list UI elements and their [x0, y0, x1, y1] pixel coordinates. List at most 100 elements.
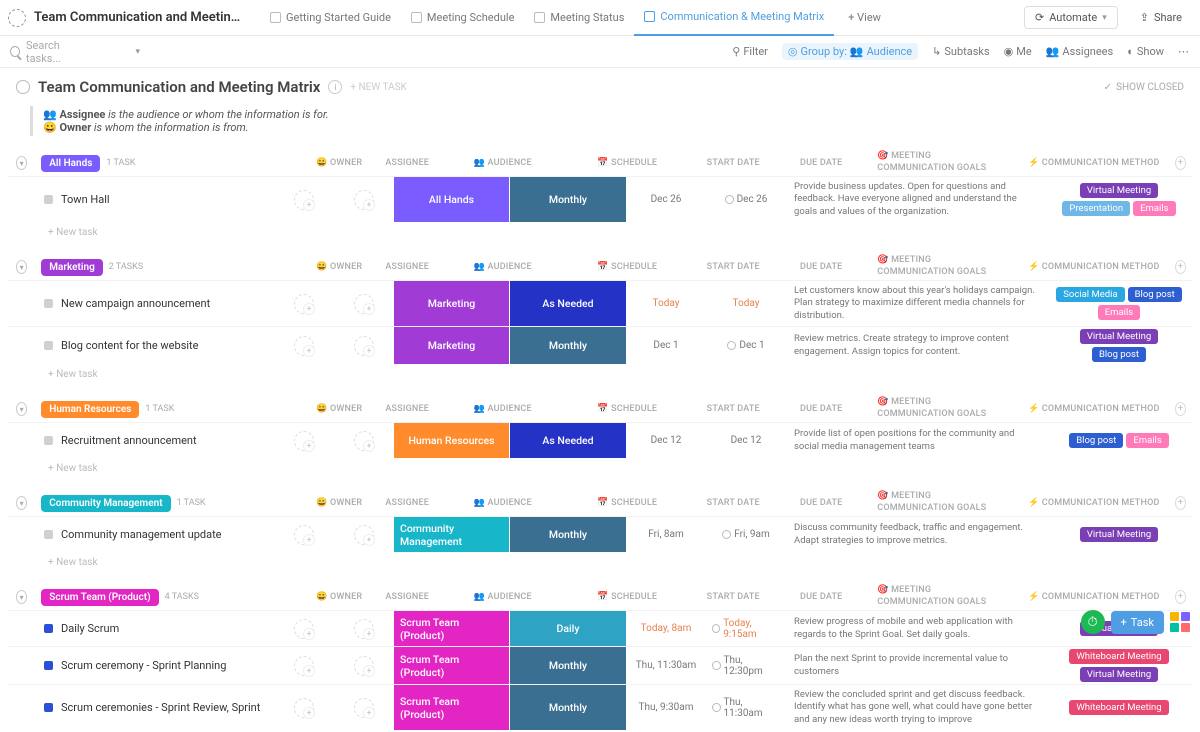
col-goals[interactable]: 🎯 MEETING COMMUNICATION GOALS [869, 487, 1013, 518]
method-pill[interactable]: Blog post [1092, 347, 1146, 362]
audience-cell[interactable]: All Hands [394, 177, 510, 222]
col-start[interactable]: START DATE [693, 156, 773, 170]
add-assignee-icon[interactable] [354, 698, 374, 718]
owner-cell[interactable] [274, 647, 334, 684]
method-pill[interactable]: Blog post [1069, 433, 1123, 448]
tab-meeting-schedule[interactable]: Meeting Schedule [401, 0, 524, 36]
add-owner-icon[interactable] [294, 190, 314, 210]
col-due[interactable]: DUE DATE [781, 590, 861, 604]
assignees-button[interactable]: 👥 Assignees [1046, 45, 1114, 58]
due-date-cell[interactable]: Today, 9:15am [706, 611, 786, 646]
audience-cell[interactable]: Scrum Team (Product) [394, 647, 510, 684]
assignee-cell[interactable] [334, 423, 394, 458]
col-audience[interactable]: 👥 AUDIENCE [445, 402, 561, 416]
task-row[interactable]: Town Hall All Hands Monthly Dec 26 Dec 2… [8, 176, 1192, 222]
col-due[interactable]: DUE DATE [781, 156, 861, 170]
tab-getting-started-guide[interactable]: Getting Started Guide [260, 0, 401, 36]
col-method[interactable]: ⚡ COMMUNICATION METHOD [1021, 590, 1167, 604]
add-column-button[interactable]: + [1175, 590, 1186, 604]
col-method[interactable]: ⚡ COMMUNICATION METHOD [1021, 402, 1167, 416]
new-task-row[interactable]: + New task [8, 552, 1192, 578]
col-goals[interactable]: 🎯 MEETING COMMUNICATION GOALS [869, 147, 1013, 178]
owner-cell[interactable] [274, 327, 334, 364]
col-due[interactable]: DUE DATE [781, 260, 861, 274]
col-schedule[interactable]: 📅 SCHEDULE [569, 402, 685, 416]
col-audience[interactable]: 👥 AUDIENCE [445, 590, 561, 604]
add-owner-icon[interactable] [294, 336, 314, 356]
add-column-button[interactable]: + [1175, 260, 1186, 274]
status-square-icon[interactable] [44, 299, 53, 308]
audience-cell[interactable]: Scrum Team (Product) [394, 611, 510, 646]
apps-icon[interactable] [1170, 612, 1190, 632]
method-pill[interactable]: Whiteboard Meeting [1069, 700, 1168, 715]
assignee-cell[interactable] [334, 327, 394, 364]
add-assignee-icon[interactable] [354, 656, 374, 676]
schedule-cell[interactable]: Monthly [510, 177, 626, 222]
group-badge[interactable]: Community Management [41, 495, 170, 512]
collapse-icon[interactable]: ▾ [16, 156, 27, 170]
add-owner-icon[interactable] [294, 431, 314, 451]
more-icon[interactable]: ⋯ [1178, 45, 1190, 58]
group-badge[interactable]: Marketing [41, 259, 103, 276]
add-owner-icon[interactable] [294, 656, 314, 676]
collapse-icon[interactable]: ▾ [16, 260, 27, 274]
add-view-button[interactable]: + View [838, 0, 891, 36]
new-task-row[interactable]: + New task [8, 222, 1192, 248]
method-pill[interactable]: Virtual Meeting [1080, 329, 1158, 344]
method-pill[interactable]: Emails [1098, 305, 1140, 320]
workspace-title[interactable]: Team Communication and Meeting Ma... [34, 10, 244, 25]
add-owner-icon[interactable] [294, 619, 314, 639]
method-pill[interactable]: Virtual Meeting [1080, 183, 1158, 198]
status-square-icon[interactable] [44, 195, 53, 204]
col-due[interactable]: DUE DATE [781, 402, 861, 416]
task-row[interactable]: Blog content for the website Marketing M… [8, 326, 1192, 364]
method-pill[interactable]: Emails [1133, 201, 1175, 216]
task-row[interactable]: Community management update Community Ma… [8, 516, 1192, 552]
method-cell[interactable]: Virtual MeetingPresentationEmails [1046, 177, 1192, 222]
owner-cell[interactable] [274, 423, 334, 458]
add-owner-icon[interactable] [294, 698, 314, 718]
collapse-icon[interactable]: ▾ [16, 402, 27, 416]
col-schedule[interactable]: 📅 SCHEDULE [569, 590, 685, 604]
schedule-cell[interactable]: Monthly [510, 327, 626, 364]
col-owner[interactable]: 😀 OWNER [309, 260, 369, 274]
audience-cell[interactable]: Scrum Team (Product) [394, 685, 510, 730]
add-assignee-icon[interactable] [354, 431, 374, 451]
schedule-cell[interactable]: Daily [510, 611, 626, 646]
method-pill[interactable]: Virtual Meeting [1080, 527, 1158, 542]
automate-button[interactable]: ⟳ Automate ▾ [1024, 6, 1118, 29]
method-cell[interactable]: Social MediaBlog postEmails [1046, 281, 1192, 326]
start-date-cell[interactable]: Dec 12 [626, 423, 706, 458]
record-button[interactable]: ⏱ [1081, 610, 1105, 634]
col-start[interactable]: START DATE [693, 260, 773, 274]
schedule-cell[interactable]: As Needed [510, 281, 626, 326]
add-owner-icon[interactable] [294, 294, 314, 314]
collapse-icon[interactable]: ▾ [16, 496, 27, 510]
assignee-cell[interactable] [334, 177, 394, 222]
col-audience[interactable]: 👥 AUDIENCE [445, 496, 561, 510]
status-square-icon[interactable] [44, 703, 53, 712]
audience-cell[interactable]: Human Resources [394, 423, 510, 458]
due-date-cell[interactable]: Thu, 12:30pm [706, 647, 786, 684]
start-date-cell[interactable]: Dec 1 [626, 327, 706, 364]
due-date-cell[interactable]: Fri, 9am [706, 517, 786, 552]
owner-cell[interactable] [274, 611, 334, 646]
status-square-icon[interactable] [44, 436, 53, 445]
col-method[interactable]: ⚡ COMMUNICATION METHOD [1021, 496, 1167, 510]
col-assignee[interactable]: ASSIGNEE [377, 496, 437, 510]
owner-cell[interactable] [274, 281, 334, 326]
col-schedule[interactable]: 📅 SCHEDULE [569, 260, 685, 274]
col-owner[interactable]: 😀 OWNER [309, 402, 369, 416]
col-assignee[interactable]: ASSIGNEE [377, 260, 437, 274]
task-row[interactable]: Recruitment announcement Human Resources… [8, 422, 1192, 458]
method-pill[interactable]: Blog post [1128, 287, 1182, 302]
col-assignee[interactable]: ASSIGNEE [377, 590, 437, 604]
schedule-cell[interactable]: Monthly [510, 647, 626, 684]
due-date-cell[interactable]: Thu, 11:30am [706, 685, 786, 730]
owner-cell[interactable] [274, 685, 334, 730]
method-pill[interactable]: Virtual Meeting [1080, 667, 1158, 682]
due-date-cell[interactable]: Dec 1 [706, 327, 786, 364]
add-column-button[interactable]: + [1175, 402, 1186, 416]
due-date-cell[interactable]: Dec 12 [706, 423, 786, 458]
col-audience[interactable]: 👥 AUDIENCE [445, 156, 561, 170]
